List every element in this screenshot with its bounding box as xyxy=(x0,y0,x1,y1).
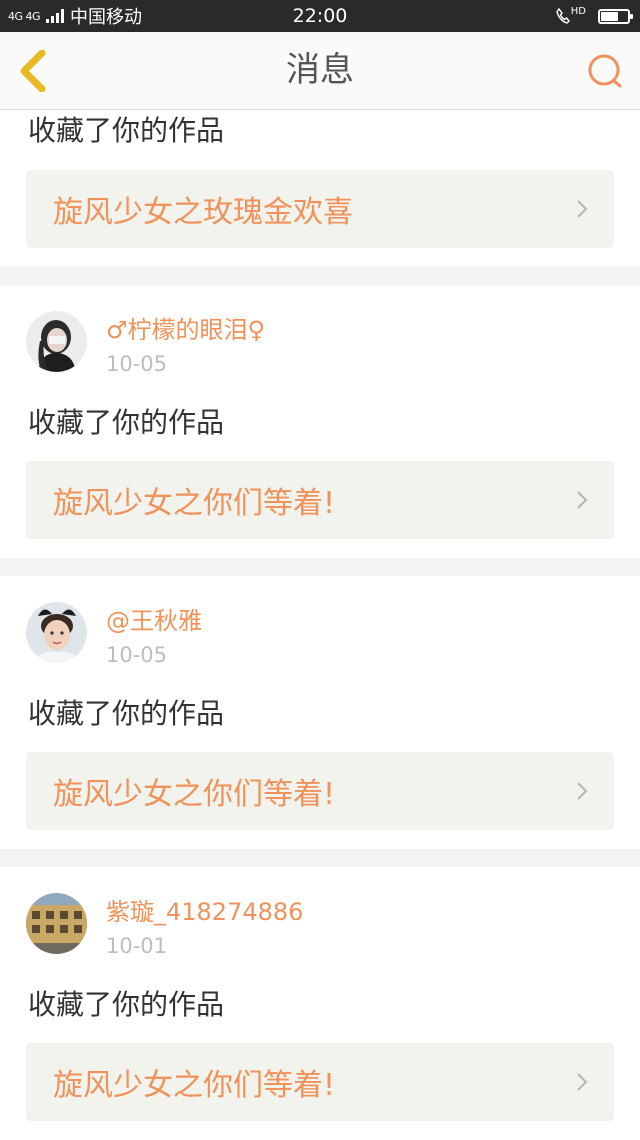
work-link[interactable]: 旋风少女之你们等着! xyxy=(26,1043,614,1121)
work-link[interactable]: 旋风少女之玫瑰金欢喜 xyxy=(26,170,614,248)
status-bar: 4G 4G 中国移动 22:00 HD xyxy=(0,0,640,32)
work-title: 旋风少女之你们等着! xyxy=(53,486,336,521)
hd-call-icon: HD xyxy=(555,5,586,24)
nav-bar: 消息 xyxy=(0,32,640,110)
battery-fill xyxy=(601,11,618,21)
message-date: 10-01 xyxy=(106,934,168,958)
chevron-right-icon xyxy=(577,491,588,509)
message-user[interactable]: ♂柠檬的眼泪♀ 10-05 xyxy=(0,285,640,377)
username[interactable]: @王秋雅 xyxy=(106,606,202,636)
username[interactable]: 紫璇_418274886 xyxy=(106,897,303,927)
username[interactable]: ♂柠檬的眼泪♀ xyxy=(106,315,265,345)
status-time: 22:00 xyxy=(292,5,348,27)
chevron-right-icon xyxy=(577,782,588,800)
message-item: ♂柠檬的眼泪♀ 10-05 收藏了你的作品 旋风少女之你们等着! xyxy=(0,285,640,558)
message-action: 收藏了你的作品 xyxy=(28,988,225,1021)
work-title: 旋风少女之你们等着! xyxy=(53,1068,336,1103)
page-title: 消息 xyxy=(286,50,354,90)
avatar[interactable] xyxy=(26,602,87,663)
message-action: 收藏了你的作品 xyxy=(28,406,225,439)
work-title: 旋风少女之玫瑰金欢喜 xyxy=(53,195,353,230)
hd-label: HD xyxy=(570,5,586,17)
message-item: 紫璇_418274886 10-01 收藏了你的作品 旋风少女之你们等着! xyxy=(0,867,640,1140)
message-item: @王秋雅 10-05 收藏了你的作品 旋风少女之你们等着! xyxy=(0,576,640,849)
search-icon xyxy=(588,54,622,88)
message-action: 收藏了你的作品 xyxy=(28,114,225,147)
message-list: 收藏了你的作品 旋风少女之玫瑰金欢喜 ♂柠檬的眼泪♀ 10-05 收藏了你的作品… xyxy=(0,110,640,1140)
work-link[interactable]: 旋风少女之你们等着! xyxy=(26,461,614,539)
message-date: 10-05 xyxy=(106,352,168,376)
work-link[interactable]: 旋风少女之你们等着! xyxy=(26,752,614,830)
message-user[interactable]: 紫璇_418274886 10-01 xyxy=(0,867,640,959)
avatar[interactable] xyxy=(26,893,87,954)
chevron-right-icon xyxy=(577,200,588,218)
message-item: 收藏了你的作品 旋风少女之玫瑰金欢喜 xyxy=(0,110,640,267)
chevron-right-icon xyxy=(577,1073,588,1091)
message-action: 收藏了你的作品 xyxy=(28,697,225,730)
avatar[interactable] xyxy=(26,311,87,372)
status-right: HD xyxy=(555,0,633,32)
message-date: 10-05 xyxy=(106,643,168,667)
search-button[interactable] xyxy=(586,52,624,90)
work-title: 旋风少女之你们等着! xyxy=(53,777,336,812)
battery-icon xyxy=(598,8,633,24)
message-user[interactable]: @王秋雅 10-05 xyxy=(0,576,640,668)
